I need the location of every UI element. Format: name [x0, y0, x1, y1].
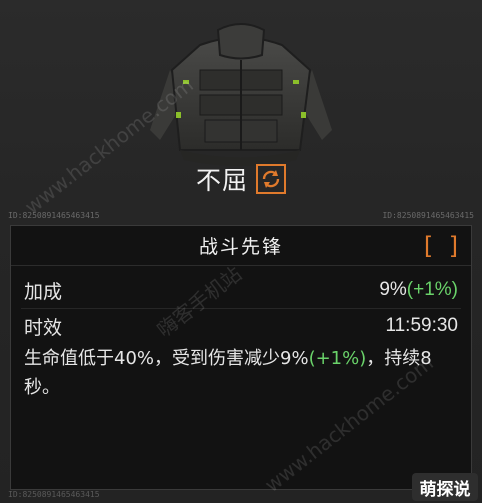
bonus-label: 加成: [24, 280, 63, 303]
duration-label: 时效: [24, 316, 63, 339]
item-id-bottom: ID:8250891465463415: [8, 490, 100, 499]
item-name: 不屈: [195, 166, 248, 195]
corner-logo: 萌探说: [412, 473, 478, 501]
item-tooltip: 不屈 ID:8250891465463415 ID:82508914654634…: [0, 0, 482, 503]
info-icon: [: [420, 232, 435, 260]
talent-panel: 战斗先锋 [ ] 加成 9%(+1%) 时效 11:59:30 生命值低于40%…: [10, 225, 472, 490]
refresh-icon: [262, 170, 280, 188]
swap-button[interactable]: [256, 164, 286, 194]
info-button[interactable]: [ ]: [420, 232, 462, 260]
duration-value: 11:59:30: [385, 315, 458, 336]
bonus-value: 9%(+1%): [379, 279, 458, 300]
duration-row: 时效 11:59:30: [11, 310, 471, 342]
talent-header: 战斗先锋 [ ]: [11, 226, 471, 266]
talent-title: 战斗先锋: [198, 236, 283, 258]
item-id-left: ID:8250891465463415: [8, 211, 100, 220]
item-id-right: ID:8250891465463415: [382, 211, 474, 220]
